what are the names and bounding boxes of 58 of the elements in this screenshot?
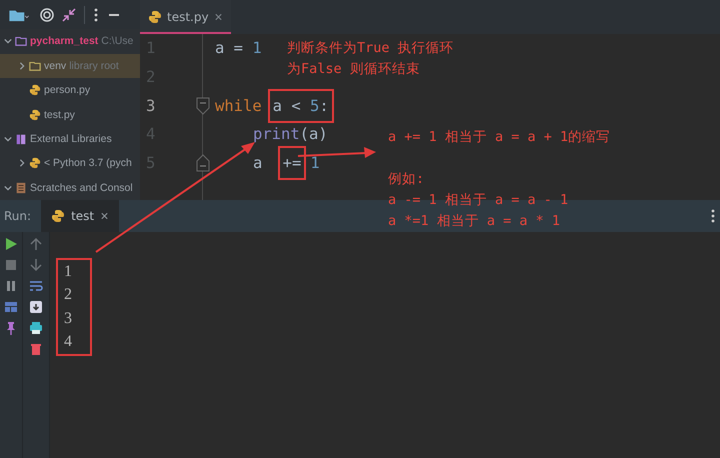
tree-item[interactable]: pycharm_test C:\Use [0,29,140,54]
path-hint: library root [69,60,119,72]
trash-icon[interactable] [29,342,43,356]
annotation-text: 例如: [388,170,426,188]
code-text: a [253,153,264,174]
code-text: 1 [310,153,320,174]
down-arrow-icon[interactable] [29,258,43,272]
tree-item[interactable]: < Python 3.7 (pych [0,151,140,176]
fold-icon[interactable] [196,154,210,172]
output-line: 3 [64,308,72,329]
annotation-text: 判断条件为True 执行循环 [287,39,454,57]
tree-item[interactable]: Scratches and Consol [0,176,140,200]
run-tab[interactable]: test [41,200,120,232]
folder-icon [15,35,27,48]
python-icon [29,84,41,96]
pause-icon[interactable] [4,279,18,293]
code-text: 5 [310,88,320,123]
panel-label: Run: [3,209,32,223]
code-text: print [253,124,300,146]
line-number: 3 [146,96,156,115]
fold-icon[interactable] [196,96,210,115]
code-text: : [319,88,334,123]
print-icon[interactable] [29,321,43,335]
python-icon [29,157,41,170]
folder-icon [29,60,41,72]
output-line: 1 [64,262,72,282]
up-arrow-icon[interactable] [29,237,43,251]
scratch-icon [15,182,27,194]
code-text: while [215,96,262,117]
wrap-icon[interactable] [29,279,43,293]
code-text: a = [215,38,244,60]
annotation-text: a += 1 相当于 a = a + 1的缩写 [388,128,610,146]
python-icon [148,10,162,24]
play-icon[interactable] [4,237,18,251]
output-line: 2 [64,285,72,306]
tree-item[interactable]: External Libraries [0,126,140,152]
code-text: (a) [300,124,328,146]
annotation-text: 为False 则循环结束 [287,60,421,78]
target-icon[interactable] [40,8,54,22]
code-text: += [278,146,306,180]
layout-icon[interactable] [4,300,18,314]
python-icon [51,209,66,223]
code-text: a < [268,88,310,123]
path-hint: C:\Use [101,35,134,48]
tree-item[interactable]: venv library root [0,54,140,78]
stop-icon[interactable] [4,258,18,272]
more-icon[interactable] [93,8,99,22]
annotation-text: a -= 1 相当于 a = a - 1 [388,191,568,209]
collapse-icon[interactable] [62,8,76,22]
tree-item[interactable]: person.py [0,78,140,102]
tree-item[interactable]: test.py [0,102,140,127]
more-icon[interactable] [710,209,716,223]
annotation-text: a *=1 相当于 a = a * 1 [388,212,562,230]
library-icon [15,133,27,146]
code-text: 1 [252,38,262,60]
output-line: 4 [64,332,72,352]
download-icon[interactable] [29,300,43,314]
python-icon [29,108,41,121]
